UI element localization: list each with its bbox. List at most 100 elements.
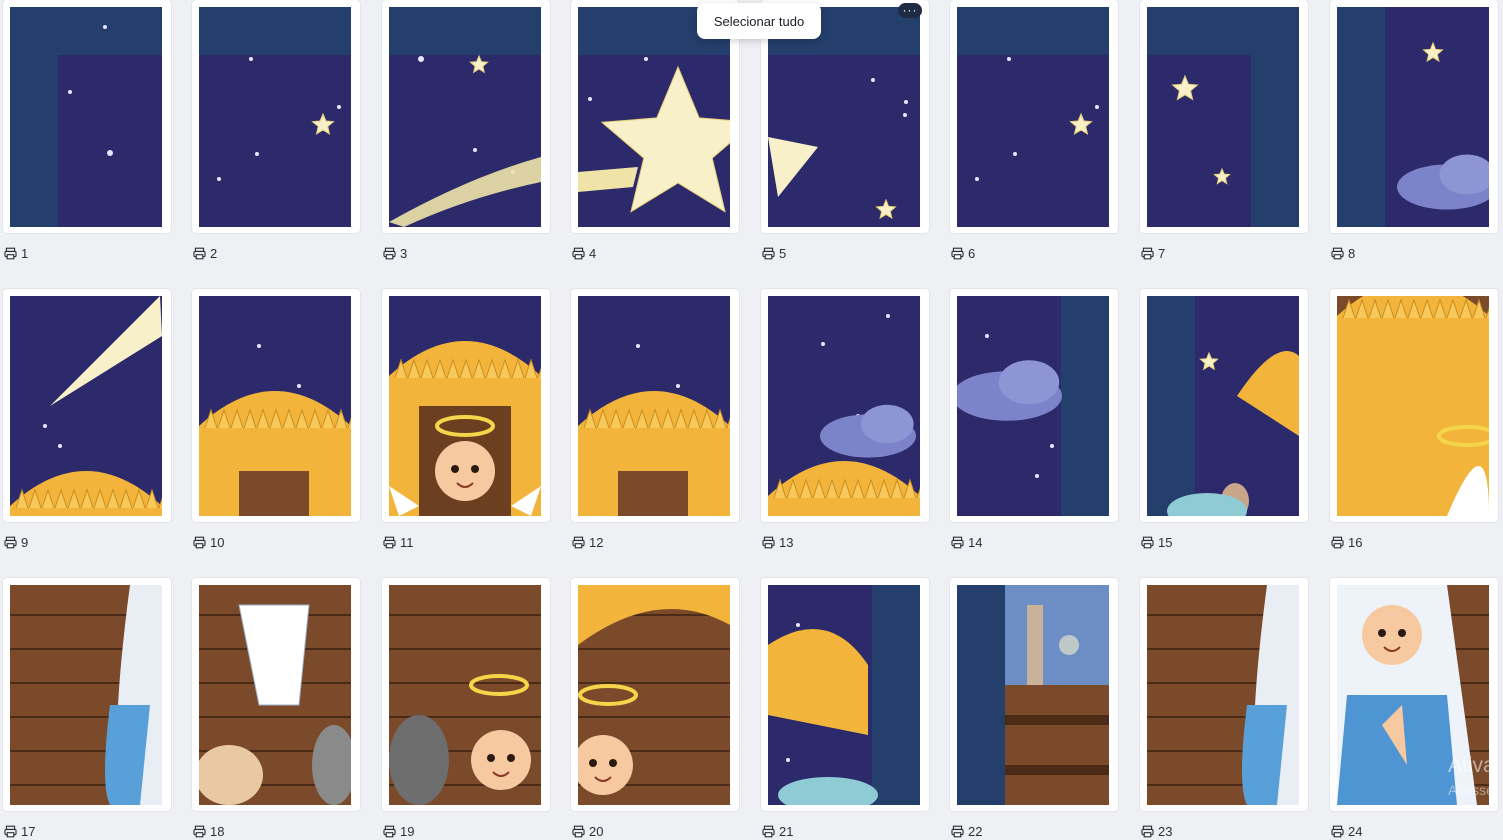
page-thumbnail[interactable] [382,289,550,522]
print-icon [762,536,775,549]
print-icon [193,247,206,260]
page-number: 20 [589,823,604,839]
more-options-button[interactable]: ··· [898,3,922,18]
page-image [768,585,920,805]
page-image [1147,585,1299,805]
page-image [389,7,541,227]
page-thumbnail[interactable] [1330,0,1498,233]
page-thumbnail[interactable] [192,0,360,233]
print-icon [1331,247,1344,260]
page-label: 6 [951,244,975,262]
page-number: 9 [21,534,29,550]
page-number: 18 [210,823,225,839]
page-thumbnail[interactable] [571,289,739,522]
print-icon [1141,247,1154,260]
page-number: 22 [968,823,983,839]
page-number: 19 [400,823,415,839]
page-number: 3 [400,245,408,261]
page-thumbnail[interactable] [761,289,929,522]
page-number: 11 [400,534,414,550]
page-number: 1 [21,245,29,261]
page-thumbnail[interactable] [950,578,1118,811]
page-label: 14 [951,533,982,551]
watermark-line1: Ativa [1448,754,1495,777]
page-number: 17 [21,823,36,839]
print-icon [4,536,17,549]
page-image [957,585,1109,805]
page-thumbnail[interactable] [382,0,550,233]
page-thumbnail[interactable] [192,578,360,811]
page-label: 21 [762,822,793,840]
print-icon [383,247,396,260]
page-image [957,296,1109,516]
page-thumbnail[interactable] [192,289,360,522]
page-label: 19 [383,822,414,840]
tooltip-select-all: Selecionar tudo [697,3,821,39]
page-number: 7 [1158,245,1166,261]
page-number: 14 [968,534,983,550]
page-thumbnail[interactable] [1140,578,1308,811]
page-thumbnail[interactable] [3,578,171,811]
page-image [578,296,730,516]
page-label: 15 [1141,533,1172,551]
page-label: 20 [572,822,603,840]
page-thumbnail[interactable] [1140,0,1308,233]
page-label: 9 [4,533,28,551]
page-thumbnail[interactable] [571,578,739,811]
page-label: 22 [951,822,982,840]
page-thumbnail[interactable] [1140,289,1308,522]
page-thumbnail[interactable] [950,289,1118,522]
print-icon [383,536,396,549]
page-number: 23 [1158,823,1173,839]
page-image [768,296,920,516]
page-label: 24 [1331,822,1362,840]
page-image [1147,7,1299,227]
page-thumbnail[interactable] [1330,289,1498,522]
page-image [10,585,162,805]
page-image [199,585,351,805]
page-label: 13 [762,533,793,551]
print-icon [951,536,964,549]
page-label: 17 [4,822,35,840]
print-icon [193,536,206,549]
page-image [10,296,162,516]
page-thumbnail[interactable] [950,0,1118,233]
page-number: 12 [589,534,604,550]
page-label: 1 [4,244,28,262]
page-image [768,7,920,227]
page-number: 5 [779,245,787,261]
page-number: 6 [968,245,976,261]
page-image [199,7,351,227]
page-label: 2 [193,244,217,262]
page-thumbnail[interactable] [382,578,550,811]
page-number: 24 [1348,823,1363,839]
print-icon [572,536,585,549]
page-thumbnail[interactable] [3,0,171,233]
page-image [578,7,730,227]
page-label: 12 [572,533,603,551]
page-image [578,585,730,805]
page-thumbnail[interactable] [3,289,171,522]
page-number: 10 [210,534,225,550]
page-image [10,7,162,227]
activation-watermark: Ativa Acesse [1448,752,1503,812]
page-number: 15 [1158,534,1173,550]
page-label: 18 [193,822,224,840]
page-label: 5 [762,244,786,262]
watermark-line2: Acesse [1448,782,1494,798]
print-icon [4,247,17,260]
print-icon [951,247,964,260]
page-image [957,7,1109,227]
page-label: 4 [572,244,596,262]
page-image [199,296,351,516]
page-number: 13 [779,534,794,550]
print-icon [762,247,775,260]
page-thumbnail[interactable] [761,578,929,811]
page-label: 8 [1331,244,1355,262]
page-label: 10 [193,533,224,551]
page-label: 3 [383,244,407,262]
page-image [389,585,541,805]
page-number: 4 [589,245,597,261]
page-label: 11 [383,533,414,551]
page-image [1337,296,1489,516]
